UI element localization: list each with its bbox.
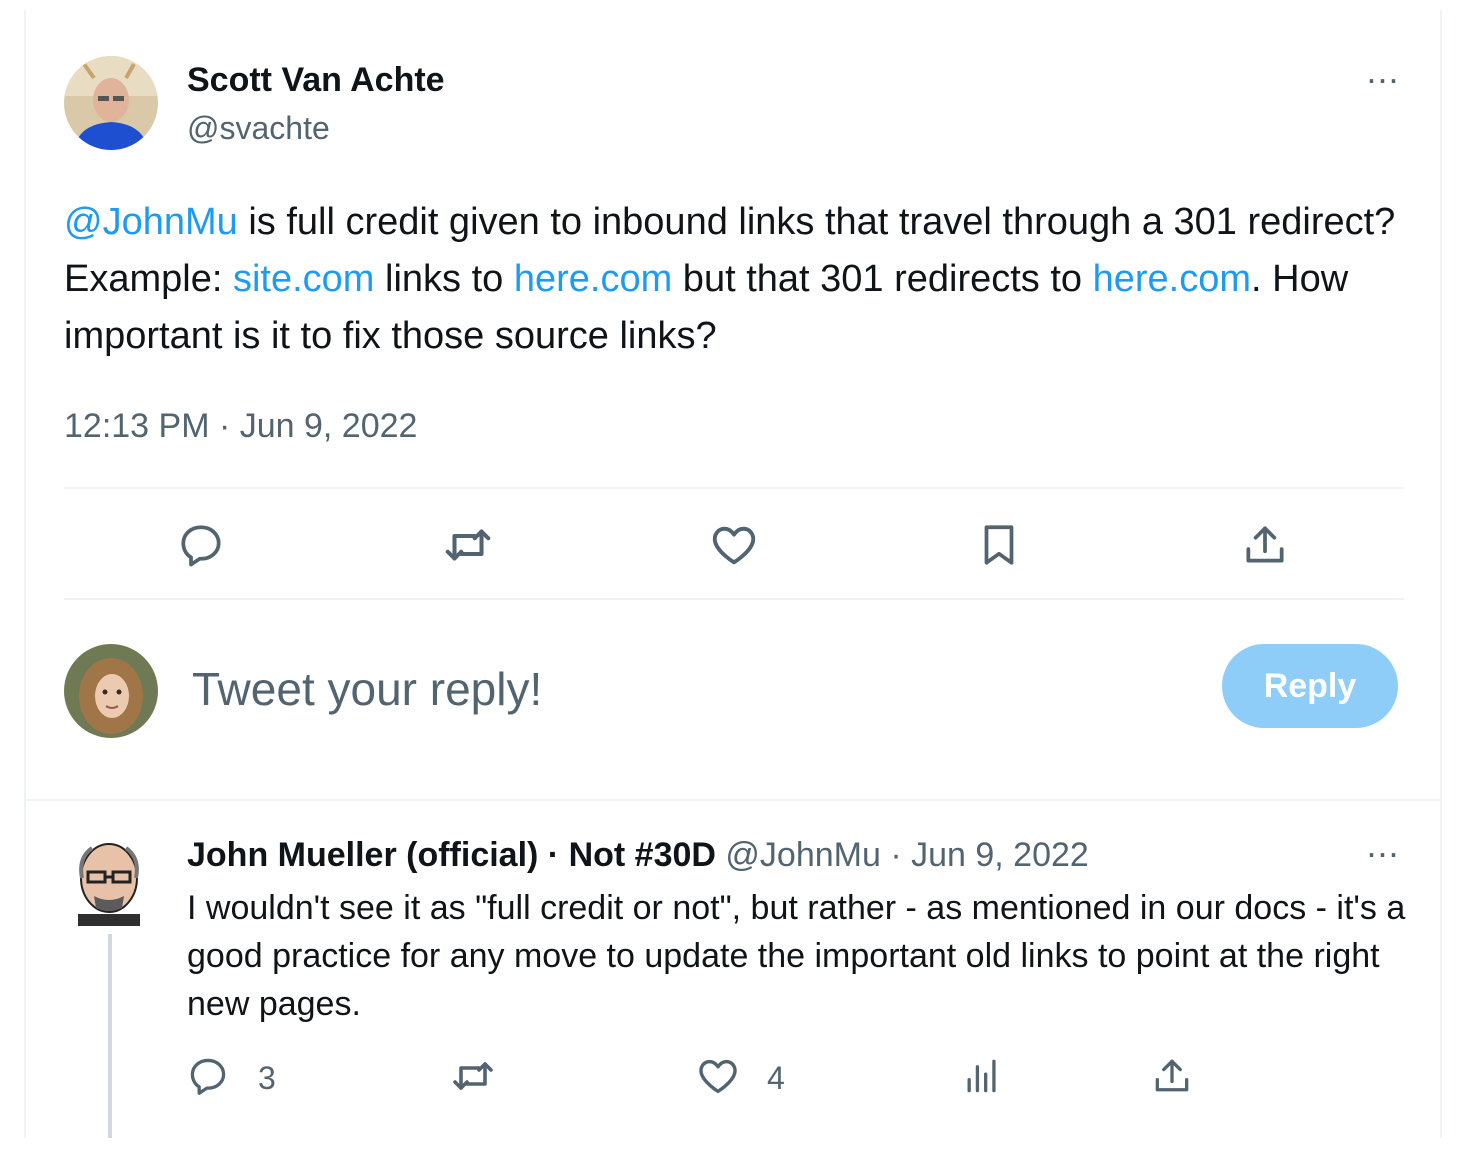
tweet-text-segment: links to <box>374 258 514 300</box>
bookmark-icon[interactable] <box>972 518 1026 572</box>
reply-button[interactable]: Reply <box>1222 644 1398 728</box>
reply-share-icon[interactable] <box>1148 1052 1196 1100</box>
section-divider <box>24 799 1442 801</box>
reply-author-avatar[interactable] <box>70 838 148 926</box>
reply-date[interactable]: · Jun 9, 2022 <box>890 836 1088 874</box>
share-icon[interactable] <box>1238 518 1292 572</box>
reply-icon[interactable] <box>174 518 228 572</box>
retweet-icon[interactable] <box>440 518 496 572</box>
tweet-timestamp[interactable]: 12:13 PM · Jun 9, 2022 <box>64 404 417 448</box>
reply-more-options-icon[interactable]: ··· <box>1356 835 1408 871</box>
reply-text: I wouldn't see it as "full credit or not… <box>187 889 1406 1023</box>
reply-author-name[interactable]: John Mueller (official) · Not #30D <box>187 836 716 874</box>
reply-like-icon[interactable] <box>694 1052 742 1100</box>
like-count: 4 <box>767 1060 785 1096</box>
reply-header: John Mueller (official) · Not #30D @John… <box>187 834 1089 876</box>
reply-reply-icon[interactable] <box>184 1052 232 1100</box>
tweet-link[interactable]: here.com <box>1093 258 1251 300</box>
tweet-link[interactable]: site.com <box>233 258 374 300</box>
author-name[interactable]: Scott Van Achte <box>187 60 445 100</box>
reply-input[interactable] <box>190 656 1094 722</box>
divider <box>64 598 1404 600</box>
analytics-icon[interactable] <box>958 1052 1006 1100</box>
more-options-icon[interactable]: ··· <box>1356 61 1408 97</box>
author-handle[interactable]: @svachte <box>187 108 330 148</box>
reply-author-handle[interactable]: @JohnMu <box>725 836 880 874</box>
tweet-link[interactable]: here.com <box>514 258 672 300</box>
tweet-text-segment: but that 301 redirects to <box>672 258 1093 300</box>
divider <box>64 487 1404 489</box>
reply-count: 3 <box>258 1060 276 1096</box>
author-avatar[interactable] <box>64 56 158 150</box>
tweet-text: @JohnMu is full credit given to inbound … <box>64 194 1404 365</box>
reply-retweet-icon[interactable] <box>448 1052 498 1100</box>
like-icon[interactable] <box>706 518 762 572</box>
current-user-avatar[interactable] <box>64 644 158 738</box>
tweet-link[interactable]: @JohnMu <box>64 201 238 243</box>
thread-line <box>108 934 112 1138</box>
